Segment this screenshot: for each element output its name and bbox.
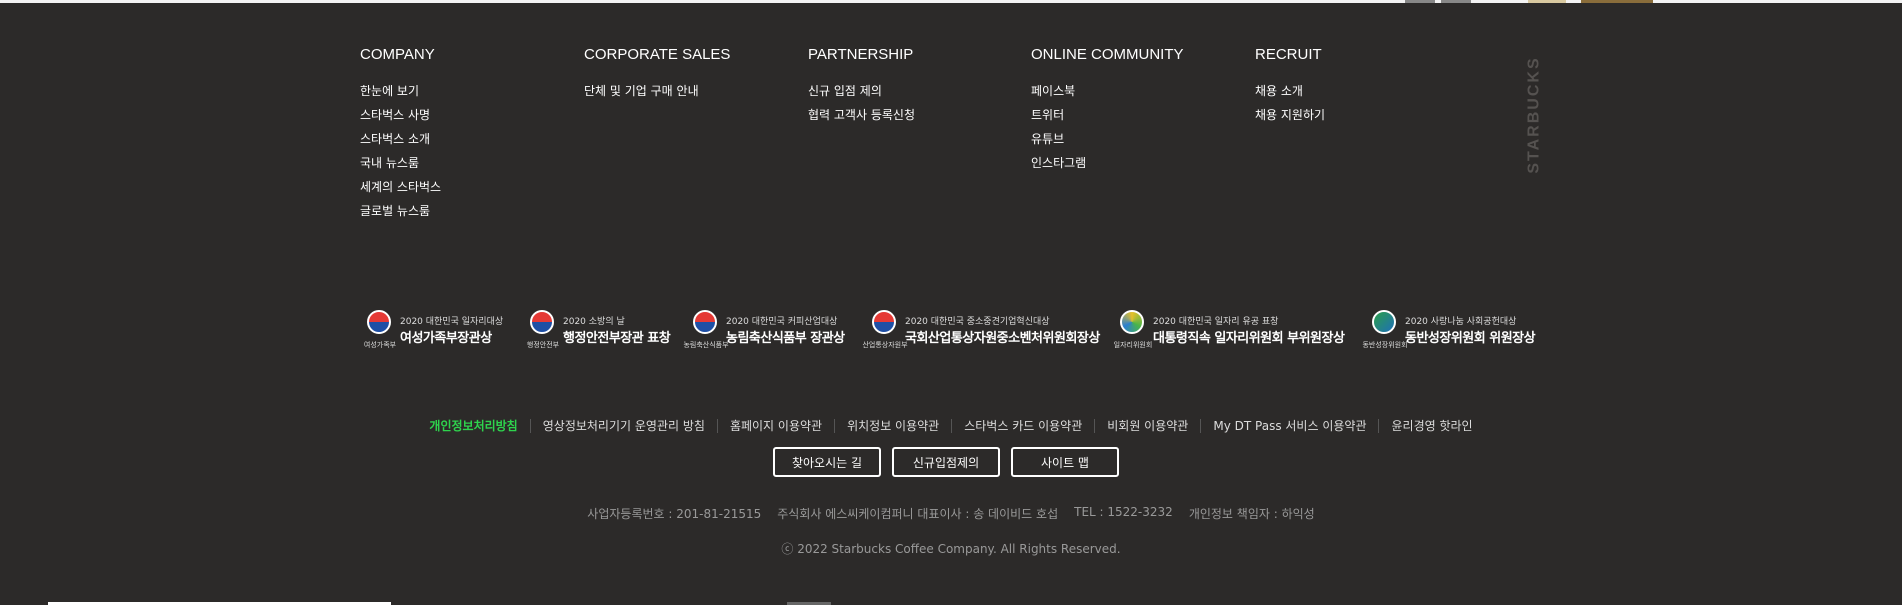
footer-link[interactable]: 트위터 — [1031, 103, 1251, 127]
footer-link[interactable]: 단체 및 기업 구매 안내 — [584, 79, 804, 103]
footer-link[interactable]: 협력 고객사 등록신청 — [808, 103, 1028, 127]
policy-links: 개인정보처리방침 영상정보처리기기 운영관리 방침 홈페이지 이용약관 위치정보… — [0, 419, 1902, 433]
award-ministry: 농림축산식품부 — [683, 341, 729, 349]
ethics-hotline-link[interactable]: 윤리경영 핫라인 — [1378, 419, 1484, 433]
brand-wordmark: STARBUCKS — [1526, 56, 1544, 174]
government-emblem-icon: 농림축산식품부 — [683, 308, 729, 352]
copyright: ⓒ 2022 Starbucks Coffee Company. All Rig… — [781, 542, 1121, 556]
award-item: 동반성장위원회 2020 사랑나눔 사회공헌대상 동반성장위원회 위원장상 — [1362, 308, 1536, 352]
footer-link[interactable]: 페이스북 — [1031, 79, 1251, 103]
award-ministry: 여성가족부 — [363, 341, 397, 349]
company-tel: TEL : 1522-3232 — [1074, 505, 1173, 519]
government-emblem-icon: 여성가족부 — [360, 308, 396, 352]
award-subtitle: 2020 대한민국 커피산업대상 — [726, 317, 838, 327]
footer-link[interactable]: 신규 입점 제의 — [808, 79, 1028, 103]
footer-buttons: 찾아오시는 길 신규입점제의 사이트 맵 — [773, 447, 1119, 477]
footer-link[interactable]: 한눈에 보기 — [360, 79, 580, 103]
award-item: 여성가족부 2020 대한민국 일자리대상 여성가족부장관상 — [360, 308, 503, 352]
award-title: 여성가족부장관상 — [400, 331, 492, 346]
award-subtitle: 2020 소방의 날 — [563, 317, 625, 327]
top-image-remnant — [1528, 0, 1566, 3]
government-emblem-icon: 행정안전부 — [523, 308, 559, 352]
sitemap-button[interactable]: 사이트 맵 — [1011, 447, 1119, 477]
privacy-policy-link[interactable]: 개인정보처리방침 — [417, 419, 529, 433]
award-title: 동반성장위원회 위원장상 — [1405, 331, 1536, 346]
footer-col-corporate-sales: CORPORATE SALES 단체 및 기업 구매 안내 — [584, 46, 804, 103]
footer-col-company: COMPANY 한눈에 보기 스타벅스 사명 스타벅스 소개 국내 뉴스룸 세계… — [360, 46, 580, 223]
awards-row: 여성가족부 2020 대한민국 일자리대상 여성가족부장관상 행정안전부 202… — [360, 308, 1542, 352]
col-title: ONLINE COMMUNITY — [1031, 46, 1184, 63]
footer-link[interactable]: 인스타그램 — [1031, 151, 1251, 175]
business-number: 사업자등록번호 : 201-81-21515 — [587, 507, 762, 521]
col-title: PARTNERSHIP — [808, 46, 914, 63]
footer-col-partnership: PARTNERSHIP 신규 입점 제의 협력 고객사 등록신청 — [808, 46, 1028, 127]
award-title: 농림축산식품부 장관상 — [726, 331, 845, 346]
directions-button[interactable]: 찾아오시는 길 — [773, 447, 881, 477]
col-title: RECRUIT — [1255, 46, 1322, 63]
award-item: 행정안전부 2020 소방의 날 행정안전부장관 표창 — [523, 308, 671, 352]
footer-link[interactable]: 국내 뉴스룸 — [360, 151, 580, 175]
award-ministry: 일자리위원회 — [1113, 341, 1153, 349]
footer-link[interactable]: 스타벅스 소개 — [360, 127, 580, 151]
award-title: 국회산업통상자원중소벤처위원회장상 — [905, 331, 1100, 346]
dt-pass-terms-link[interactable]: My DT Pass 서비스 이용약관 — [1200, 419, 1378, 433]
location-terms-link[interactable]: 위치정보 이용약관 — [834, 419, 951, 433]
award-title: 대통령직속 일자리위원회 부위원장상 — [1153, 331, 1345, 346]
award-subtitle: 2020 대한민국 중소중견기업혁신대상 — [905, 317, 1050, 327]
new-store-proposal-button[interactable]: 신규입점제의 — [892, 447, 1000, 477]
footer-link[interactable]: 글로벌 뉴스룸 — [360, 199, 580, 223]
company-info: 사업자등록번호 : 201-81-21515 주식회사 에스씨케이컴퍼니 대표이… — [0, 505, 1902, 522]
footer-link[interactable]: 세계의 스타벅스 — [360, 175, 580, 199]
top-scroll-remnant — [1405, 0, 1435, 3]
guest-terms-link[interactable]: 비회원 이용약관 — [1094, 419, 1200, 433]
jobs-committee-icon: 일자리위원회 — [1113, 308, 1152, 352]
growth-commission-icon: 동반성장위원회 — [1362, 308, 1408, 352]
award-title: 행정안전부장관 표창 — [563, 331, 671, 346]
award-ministry: 행정안전부 — [526, 341, 560, 349]
privacy-officer: 개인정보 책임자 : 하익성 — [1188, 507, 1315, 521]
footer-link[interactable]: 채용 지원하기 — [1255, 103, 1475, 127]
footer-link[interactable]: 채용 소개 — [1255, 79, 1475, 103]
award-subtitle: 2020 대한민국 일자리대상 — [400, 317, 504, 327]
footer-col-online-community: ONLINE COMMUNITY 페이스북 트위터 유튜브 인스타그램 — [1031, 46, 1251, 175]
top-image-remnant — [1581, 0, 1653, 3]
award-item: 산업통상자원부 2020 대한민국 중소중견기업혁신대상 국회산업통상자원중소벤… — [862, 308, 1100, 352]
footer-link[interactable]: 유튜브 — [1031, 127, 1251, 151]
starbucks-vertical-logo: STARBUCKS — [1526, 45, 1544, 185]
cctv-policy-link[interactable]: 영상정보처리기기 운영관리 방침 — [529, 419, 717, 433]
footer-link[interactable]: 스타벅스 사명 — [360, 103, 580, 127]
award-subtitle: 2020 사랑나눔 사회공헌대상 — [1405, 317, 1517, 327]
card-terms-link[interactable]: 스타벅스 카드 이용약관 — [951, 419, 1094, 433]
footer-col-recruit: RECRUIT 채용 소개 채용 지원하기 — [1255, 46, 1475, 127]
company-ceo: 주식회사 에스씨케이컴퍼니 대표이사 : 송 데이비드 호섭 — [777, 507, 1059, 521]
homepage-terms-link[interactable]: 홈페이지 이용약관 — [716, 419, 834, 433]
award-ministry: 산업통상자원부 — [862, 341, 908, 349]
award-subtitle: 2020 대한민국 일자리 유공 표창 — [1153, 317, 1279, 327]
col-title: CORPORATE SALES — [584, 46, 731, 63]
award-item: 농림축산식품부 2020 대한민국 커피산업대상 농림축산식품부 장관상 — [683, 308, 845, 352]
top-scroll-remnant — [1441, 0, 1471, 3]
award-item: 일자리위원회 2020 대한민국 일자리 유공 표창 대통령직속 일자리위원회 … — [1113, 308, 1345, 352]
government-emblem-icon: 산업통상자원부 — [862, 308, 908, 352]
award-ministry: 동반성장위원회 — [1362, 341, 1408, 349]
col-title: COMPANY — [360, 46, 435, 63]
